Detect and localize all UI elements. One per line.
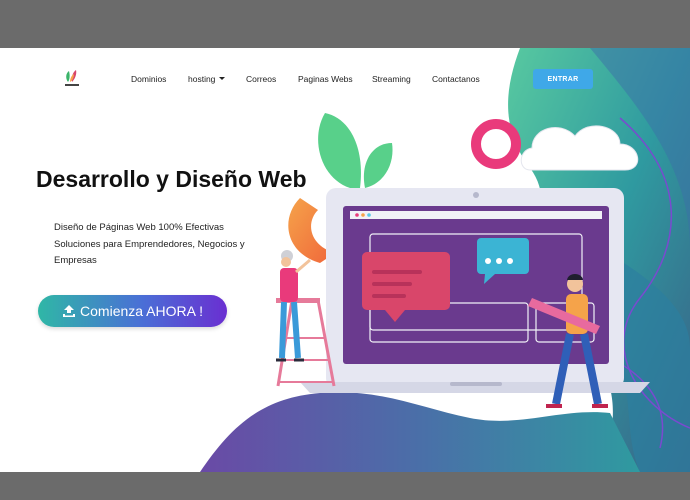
hero-title-regular: Desarrollo y [36, 166, 176, 192]
nav-item-paginas-webs[interactable]: Paginas Webs [298, 74, 353, 84]
nav-item-correos[interactable]: Correos [246, 74, 276, 84]
nav-item-contactanos[interactable]: Contactanos [432, 74, 480, 84]
start-now-label: Comienza AHORA ! [80, 303, 203, 319]
upload-icon [63, 305, 76, 317]
hero-description: Diseño de Páginas Web 100% Efectivas Sol… [54, 222, 245, 266]
hero-title-bold: Diseño Web [175, 166, 307, 192]
nav-item-dominios[interactable]: Dominios [131, 74, 166, 84]
login-button[interactable]: ENTRAR [533, 69, 593, 89]
start-now-button[interactable]: Comienza AHORA ! [38, 295, 227, 327]
nav-item-hosting-label: hosting [188, 74, 216, 84]
top-navbar: Dominios hosting Correos Paginas Webs St… [0, 48, 690, 110]
landing-page: Dominios hosting Correos Paginas Webs St… [0, 48, 690, 472]
chevron-down-icon [219, 77, 226, 80]
hero-title: Desarrollo y Diseño Web [36, 166, 307, 193]
nav-item-hosting[interactable]: hosting [188, 74, 226, 84]
nav-item-streaming[interactable]: Streaming [372, 74, 411, 84]
brand-logo[interactable] [62, 68, 82, 90]
